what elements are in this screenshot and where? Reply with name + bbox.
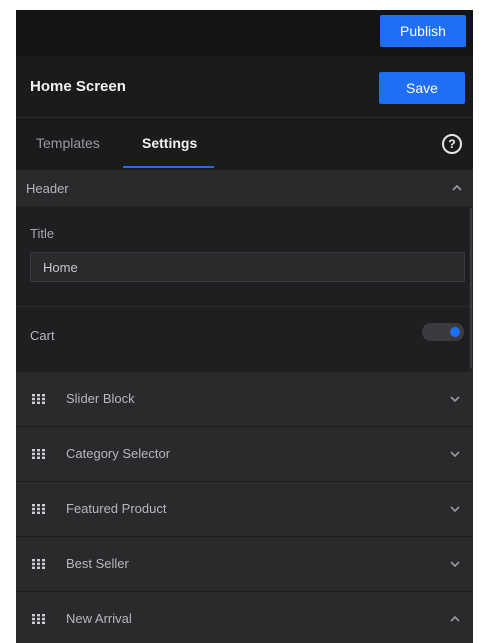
chevron-down-icon: [450, 451, 460, 458]
grid-icon: [32, 614, 45, 624]
title-input[interactable]: [30, 252, 465, 282]
block-new-arrival[interactable]: New Arrival: [16, 592, 473, 643]
publish-button[interactable]: Publish: [380, 15, 466, 47]
active-tab-indicator: [123, 166, 214, 168]
grid-icon: [32, 504, 45, 514]
block-label: Best Seller: [66, 556, 129, 571]
block-featured-product[interactable]: Featured Product: [16, 482, 473, 537]
cart-label: Cart: [30, 328, 55, 343]
top-bar: Publish: [16, 10, 473, 56]
chevron-up-icon: [450, 615, 460, 622]
page-title: Home Screen: [30, 78, 126, 95]
grid-icon: [32, 559, 45, 569]
block-list: Slider Block Category Selector Featured …: [16, 372, 473, 643]
tab-settings[interactable]: Settings: [142, 135, 197, 151]
header-section-label: Header: [26, 181, 69, 196]
chevron-down-icon: [450, 506, 460, 513]
title-bar: Home Screen Save: [16, 56, 473, 118]
block-label: Featured Product: [66, 501, 167, 516]
header-section-toggle[interactable]: Header: [16, 170, 473, 206]
block-slider[interactable]: Slider Block: [16, 372, 473, 427]
tab-templates[interactable]: Templates: [36, 135, 100, 151]
cart-toggle[interactable]: [422, 323, 464, 341]
block-category-selector[interactable]: Category Selector: [16, 427, 473, 482]
block-best-seller[interactable]: Best Seller: [16, 537, 473, 592]
block-label: Slider Block: [66, 391, 135, 406]
save-button[interactable]: Save: [379, 72, 465, 104]
chevron-up-icon: [452, 184, 462, 191]
header-settings-body: Title Cart: [16, 206, 473, 372]
grid-icon: [32, 394, 45, 404]
toggle-knob: [450, 327, 460, 337]
editor-panel: Publish Home Screen Save Templates Setti…: [16, 10, 473, 643]
divider: [16, 306, 473, 307]
scrollbar-thumb[interactable]: [470, 208, 472, 368]
chevron-down-icon: [450, 561, 460, 568]
title-field-label: Title: [30, 226, 55, 241]
block-label: Category Selector: [66, 446, 171, 461]
grid-icon: [32, 449, 45, 459]
block-label: New Arrival: [66, 611, 132, 626]
chevron-down-icon: [450, 396, 460, 403]
tab-bar: Templates Settings ?: [16, 118, 473, 170]
help-icon[interactable]: ?: [442, 134, 462, 154]
